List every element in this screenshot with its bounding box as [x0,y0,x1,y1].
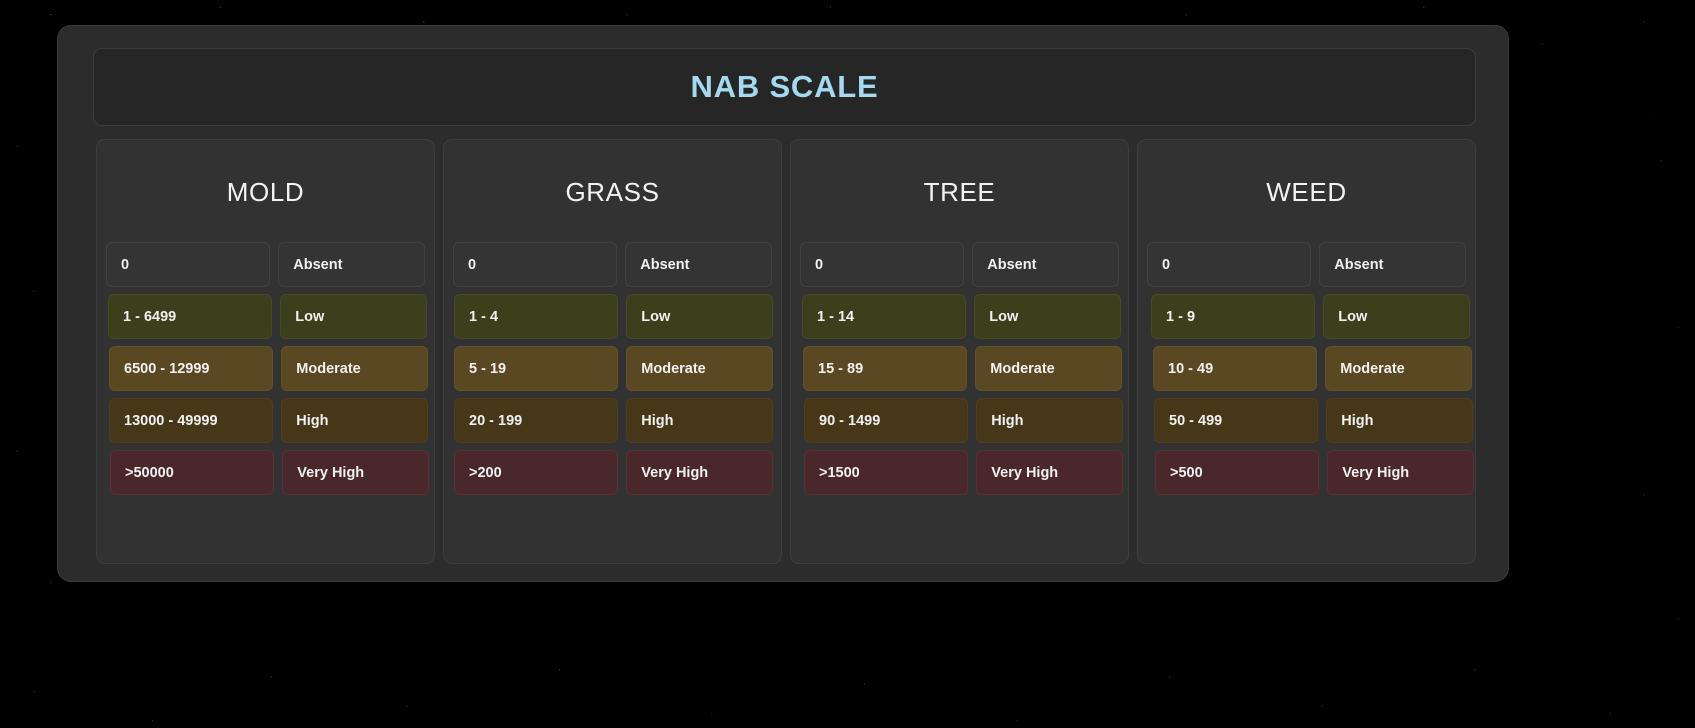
scale-column-tree: TREE 0 Absent 1 - 14 Low 15 - 89 Moderate 90 - … [790,139,1129,564]
severity-label-cell: High [626,398,773,443]
count-range-cell: 90 - 1499 [804,398,969,443]
count-range-cell: 0 [800,242,965,287]
count-range-cell: >50000 [110,450,275,495]
scale-row: 1 - 6499 Low [108,294,427,339]
scale-row: >500 Very High [1155,450,1474,495]
scale-rows: 0 Absent 1 - 4 Low 5 - 19 Moderate 20 - 199 Hig… [453,242,773,495]
count-range-cell: 15 - 89 [803,346,968,391]
column-title-weed: WEED [1266,177,1347,207]
severity-label-cell: Very High [282,450,429,495]
severity-label-cell: Very High [1327,450,1474,495]
scale-columns-container: MOLD 0 Absent 1 - 6499 Low 6500 - 12999 Modera… [96,139,1476,564]
title-bar: NAB SCALE [93,48,1476,126]
scale-row: 10 - 49 Moderate [1153,346,1472,391]
scale-row: >50000 Very High [110,450,429,495]
severity-label-cell: Very High [976,450,1123,495]
severity-label-cell: Moderate [281,346,428,391]
severity-label-cell: Low [974,294,1121,339]
scale-row: 0 Absent [106,242,425,287]
scale-row: 5 - 19 Moderate [454,346,773,391]
scale-column-grass: GRASS 0 Absent 1 - 4 Low 5 - 19 Moderate 20 - 1… [443,139,782,564]
scale-rows: 0 Absent 1 - 9 Low 10 - 49 Moderate 50 - 499 Hi… [1147,242,1474,495]
count-range-cell: 20 - 199 [454,398,619,443]
scale-row: 1 - 14 Low [802,294,1121,339]
scale-rows: 0 Absent 1 - 6499 Low 6500 - 12999 Moderate 13… [106,242,429,495]
severity-label-cell: High [1326,398,1473,443]
count-range-cell: 5 - 19 [454,346,619,391]
severity-label-cell: High [976,398,1123,443]
scale-column-weed: WEED 0 Absent 1 - 9 Low 10 - 49 Moderate 50 - 4… [1137,139,1476,564]
column-title-mold: MOLD [226,177,305,207]
scale-row: 90 - 1499 High [804,398,1123,443]
severity-label-cell: Moderate [975,346,1122,391]
scale-row: 0 Absent [453,242,772,287]
scale-row: 0 Absent [1147,242,1466,287]
severity-label-cell: Absent [278,242,425,287]
scale-column-mold: MOLD 0 Absent 1 - 6499 Low 6500 - 12999 Modera… [96,139,435,564]
severity-label-cell: High [281,398,428,443]
count-range-cell: 10 - 49 [1153,346,1318,391]
count-range-cell: 0 [1147,242,1312,287]
count-range-cell: 1 - 9 [1151,294,1316,339]
count-range-cell: 0 [453,242,618,287]
count-range-cell: 6500 - 12999 [109,346,274,391]
scale-row: 20 - 199 High [454,398,773,443]
count-range-cell: 1 - 14 [802,294,967,339]
count-range-cell: 50 - 499 [1154,398,1319,443]
scale-row: 13000 - 49999 High [109,398,428,443]
scale-row: 15 - 89 Moderate [803,346,1122,391]
severity-label-cell: Low [626,294,773,339]
severity-label-cell: Moderate [1325,346,1472,391]
severity-label-cell: Absent [972,242,1119,287]
count-range-cell: >1500 [804,450,969,495]
count-range-cell: 1 - 4 [454,294,619,339]
severity-label-cell: Absent [1319,242,1466,287]
scale-row: 6500 - 12999 Moderate [109,346,428,391]
count-range-cell: >500 [1155,450,1320,495]
scale-row: 0 Absent [800,242,1119,287]
scale-row: >200 Very High [454,450,773,495]
scale-rows: 0 Absent 1 - 14 Low 15 - 89 Moderate 90 - 1499… [800,242,1123,495]
column-title-grass: GRASS [565,177,660,207]
severity-label-cell: Moderate [626,346,773,391]
scale-row: 1 - 4 Low [454,294,773,339]
severity-label-cell: Very High [626,450,773,495]
severity-label-cell: Low [1323,294,1470,339]
app-window: NAB SCALE MOLD 0 Absent 1 - 6499 Low 6500 - 1… [57,25,1509,582]
scale-row: 1 - 9 Low [1151,294,1470,339]
column-title-tree: TREE [923,177,996,207]
count-range-cell: 0 [106,242,271,287]
scale-row: >1500 Very High [804,450,1123,495]
count-range-cell: 1 - 6499 [108,294,273,339]
count-range-cell: 13000 - 49999 [109,398,274,443]
page-title: NAB SCALE [690,69,879,104]
count-range-cell: >200 [454,450,619,495]
scale-row: 50 - 499 High [1154,398,1473,443]
severity-label-cell: Absent [625,242,772,287]
severity-label-cell: Low [280,294,427,339]
